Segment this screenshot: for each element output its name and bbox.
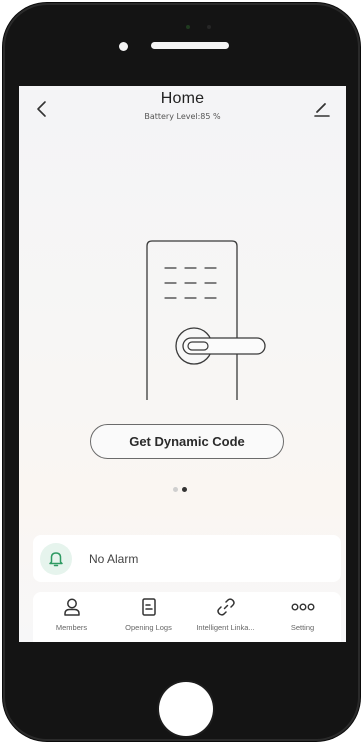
- log-document-icon: [141, 598, 156, 616]
- alarm-status-text: No Alarm: [89, 551, 139, 566]
- nav-item-intelligent-linkage[interactable]: Intelligent Linka...: [187, 592, 264, 642]
- front-camera: [119, 42, 128, 51]
- app-screen: Home Battery Level:85 % Get Dynamic Code: [19, 86, 346, 642]
- nav-item-opening-logs[interactable]: Opening Logs: [110, 592, 187, 642]
- person-icon: [63, 598, 80, 616]
- alarm-icon-badge: [40, 542, 72, 575]
- link-icon: [216, 598, 235, 616]
- nav-label: Setting: [290, 623, 315, 632]
- door-lock-icon: [146, 240, 266, 400]
- nav-label: Intelligent Linka...: [196, 623, 255, 632]
- page-indicator: [173, 487, 187, 492]
- pencil-icon: [314, 103, 330, 117]
- proximity-sensor: [186, 25, 190, 29]
- home-button[interactable]: [159, 682, 213, 736]
- nav-item-members[interactable]: Members: [33, 592, 110, 642]
- nav-label: Members: [55, 623, 88, 632]
- earpiece-speaker: [151, 42, 229, 49]
- page-title: Home: [160, 90, 205, 107]
- page-dot[interactable]: [173, 487, 178, 492]
- get-dynamic-code-button[interactable]: Get Dynamic Code: [90, 424, 284, 459]
- nav-item-setting[interactable]: Setting: [264, 592, 341, 642]
- battery-level: Battery Level:85 %: [144, 112, 221, 121]
- bell-icon: [49, 552, 63, 567]
- edit-button[interactable]: [313, 99, 331, 119]
- bottom-nav: Members Opening Logs Intelligent Linka..…: [33, 592, 341, 642]
- light-sensor: [207, 25, 211, 29]
- more-dots-icon: [291, 603, 315, 611]
- nav-label: Opening Logs: [125, 623, 172, 632]
- alarm-card[interactable]: No Alarm: [33, 535, 341, 582]
- page-dot-active[interactable]: [182, 487, 187, 492]
